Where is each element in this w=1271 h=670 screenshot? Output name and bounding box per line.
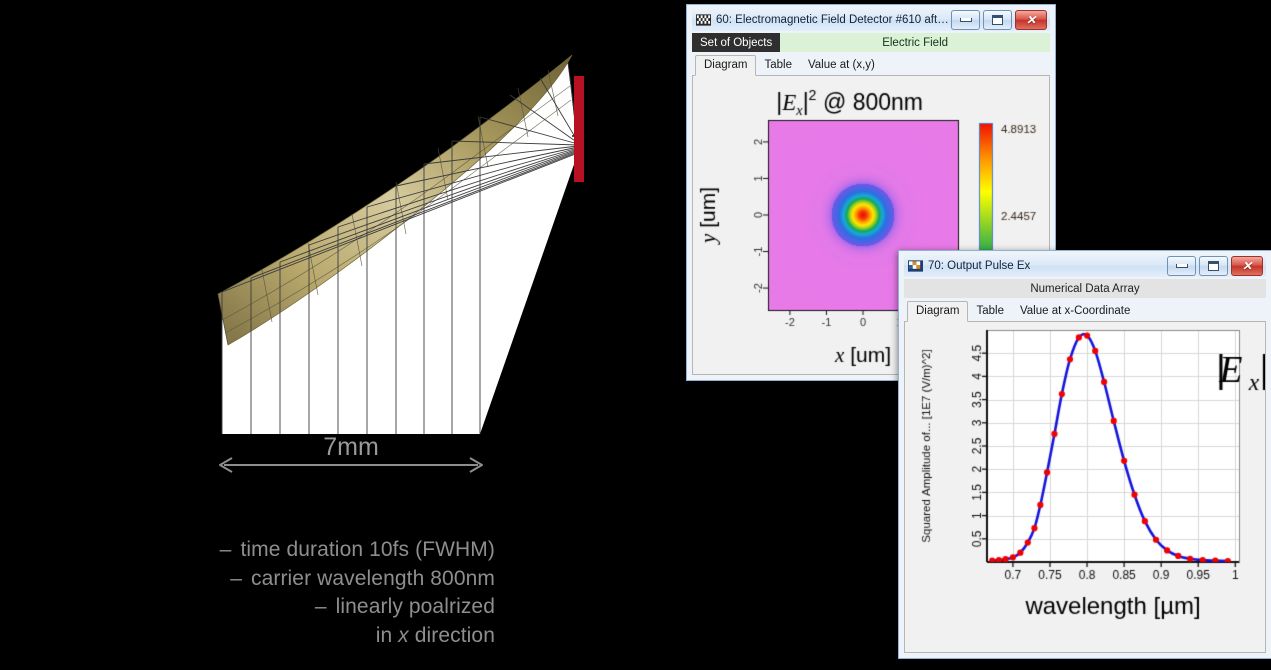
object-subbar: Set of Objects Electric Field [692, 33, 1050, 52]
maximize-icon [992, 15, 1003, 25]
close-button[interactable]: ✕ [1231, 256, 1263, 276]
tab-value-at-xy[interactable]: Value at (x,y) [800, 56, 883, 75]
tab-diagram[interactable]: Diagram [907, 301, 969, 322]
detector-plane [574, 76, 584, 182]
window-title: 70: Output Pulse Ex [928, 260, 1031, 272]
maximize-button[interactable] [1199, 256, 1228, 276]
tabstrip[interactable]: Diagram Table Value at (x,y) [692, 55, 1050, 76]
window-controls[interactable]: ✕ [951, 10, 1048, 30]
caption-line-1: – time duration 10fs (FWHM) [120, 536, 495, 565]
caption-dash: – [314, 595, 327, 619]
optical-system-diagram: 7mm [217, 54, 585, 473]
minimize-button[interactable] [1167, 256, 1196, 276]
maximize-button[interactable] [983, 10, 1012, 30]
caption-dash: – [230, 566, 242, 590]
close-icon: ✕ [1241, 259, 1253, 273]
titlebar[interactable]: 60: Electromagnetic Field Detector #610 … [692, 9, 1050, 31]
electric-field-label: Electric Field [780, 33, 1050, 52]
titlebar[interactable]: 70: Output Pulse Ex ✕ [904, 255, 1266, 277]
window-output-pulse-ex[interactable]: 70: Output Pulse Ex ✕ Numerical Data Arr… [898, 250, 1271, 659]
detector-icon [696, 14, 711, 26]
caption-dash: – [219, 538, 232, 561]
screenshot-root: 7mm – time duration 10fs (FWHM) – carrier … [0, 0, 1271, 670]
window-title: 60: Electromagnetic Field Detector #610 … [716, 14, 951, 26]
spectrum-line-chart [905, 322, 1265, 652]
minimize-icon [959, 18, 972, 22]
numerical-data-array-label: Numerical Data Array [904, 279, 1266, 298]
tab-value-at-x-coordinate[interactable]: Value at x-Coordinate [1012, 302, 1138, 321]
diagram-client-area [904, 322, 1266, 653]
tabstrip[interactable]: Diagram Table Value at x-Coordinate [904, 301, 1266, 322]
close-icon: ✕ [1025, 13, 1037, 27]
caption-line-4: in x direction [120, 622, 495, 651]
maximize-icon [1208, 261, 1219, 271]
dimension-label-7mm: 7mm [323, 433, 379, 461]
pulse-properties-caption: – time duration 10fs (FWHM) – carrier wave… [120, 536, 495, 650]
tab-table[interactable]: Table [756, 56, 800, 75]
tab-table[interactable]: Table [968, 302, 1012, 321]
caption-text-1: time duration 10fs (FWHM) [240, 538, 495, 561]
caption-text-4-axis: x [398, 623, 409, 647]
caption-text-4-head: in [375, 623, 399, 647]
set-of-objects-label[interactable]: Set of Objects [692, 33, 781, 52]
caption-text-3: linearly poalrized [335, 595, 495, 619]
caption-line-2: – carrier wavelength 800nm [120, 565, 495, 594]
window-controls[interactable]: ✕ [1167, 256, 1264, 276]
caption-text-4-tail: direction [408, 623, 495, 647]
caption-text-2: carrier wavelength 800nm [250, 566, 495, 590]
tab-diagram[interactable]: Diagram [695, 55, 757, 76]
close-button[interactable]: ✕ [1015, 10, 1047, 30]
data-array-subbar: Numerical Data Array [904, 279, 1266, 298]
caption-line-3: – linearly poalrized [120, 593, 495, 622]
minimize-icon [1175, 264, 1188, 268]
data-array-icon [908, 260, 923, 272]
minimize-button[interactable] [951, 10, 980, 30]
